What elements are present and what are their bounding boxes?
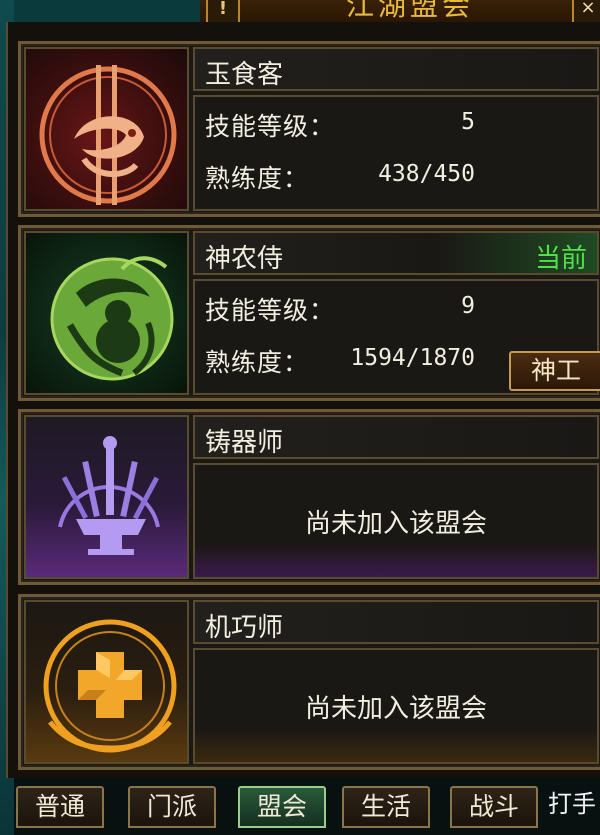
tab-combat[interactable]: 战斗 [450, 786, 538, 828]
shengong-button[interactable]: 神工 [509, 351, 600, 391]
guild-info: 技能等级： 5 熟练度： 438/450 [193, 95, 599, 211]
guild-info: 尚未加入该盟会 [193, 648, 599, 764]
background-text: 打手 [548, 790, 596, 818]
guild-name-bar: 神农侍 当前 [193, 231, 599, 275]
skill-level-value: 5 [461, 109, 475, 135]
tab-sect[interactable]: 门派 [128, 786, 216, 828]
guild-name-bar: 铸器师 [193, 415, 599, 459]
proficiency-value: 438/450 [378, 161, 475, 187]
tab-guild[interactable]: 盟会 [238, 786, 326, 828]
guild-panel: 玉食客 技能等级： 5 熟练度： 438/450 神农侍 当前 技能等级： 9 … [6, 22, 600, 778]
not-joined-text: 尚未加入该盟会 [304, 694, 487, 724]
skill-level-label: 技能等级： [205, 112, 336, 141]
guild-name: 神农侍 [205, 244, 284, 274]
proficiency-label: 熟练度： [205, 348, 310, 377]
emblem-box [24, 600, 189, 764]
fish-chopsticks-icon [39, 65, 177, 205]
proficiency-value: 1594/1870 [350, 345, 475, 371]
guild-info: 尚未加入该盟会 [193, 463, 599, 579]
gear-block-icon [43, 619, 177, 753]
window-title: 江湖盟会 [345, 0, 474, 22]
emblem-box [24, 415, 189, 579]
guild-name: 机巧师 [205, 613, 284, 643]
skill-level-value: 9 [461, 293, 475, 319]
current-status: 当前 [534, 244, 587, 274]
guild-card-yushike[interactable]: 玉食客 技能等级： 5 熟练度： 438/450 [18, 41, 600, 217]
guild-card-shennongshi[interactable]: 神农侍 当前 技能等级： 9 熟练度： 1594/1870 神工 [18, 225, 600, 401]
anvil-swords-icon [58, 436, 160, 555]
guild-card-zhuqishi[interactable]: 铸器师 尚未加入该盟会 [18, 409, 600, 585]
help-button[interactable]: ! [206, 0, 240, 24]
emblem-box [24, 231, 189, 395]
guild-card-jiqiaoshi[interactable]: 机巧师 尚未加入该盟会 [18, 594, 600, 770]
tab-normal[interactable]: 普通 [16, 786, 104, 828]
guild-name: 铸器师 [205, 428, 284, 458]
close-button[interactable]: × [572, 0, 600, 24]
proficiency-label: 熟练度： [205, 164, 310, 193]
guild-name: 玉食客 [205, 60, 284, 90]
gourd-herb-icon [50, 256, 174, 381]
guild-name-bar: 玉食客 [193, 47, 599, 91]
not-joined-text: 尚未加入该盟会 [304, 509, 487, 539]
emblem-box [24, 47, 189, 211]
guild-info: 技能等级： 9 熟练度： 1594/1870 神工 [193, 279, 600, 395]
skill-level-label: 技能等级： [205, 296, 336, 325]
guild-name-bar: 机巧师 [193, 600, 599, 644]
tab-life[interactable]: 生活 [342, 786, 430, 828]
